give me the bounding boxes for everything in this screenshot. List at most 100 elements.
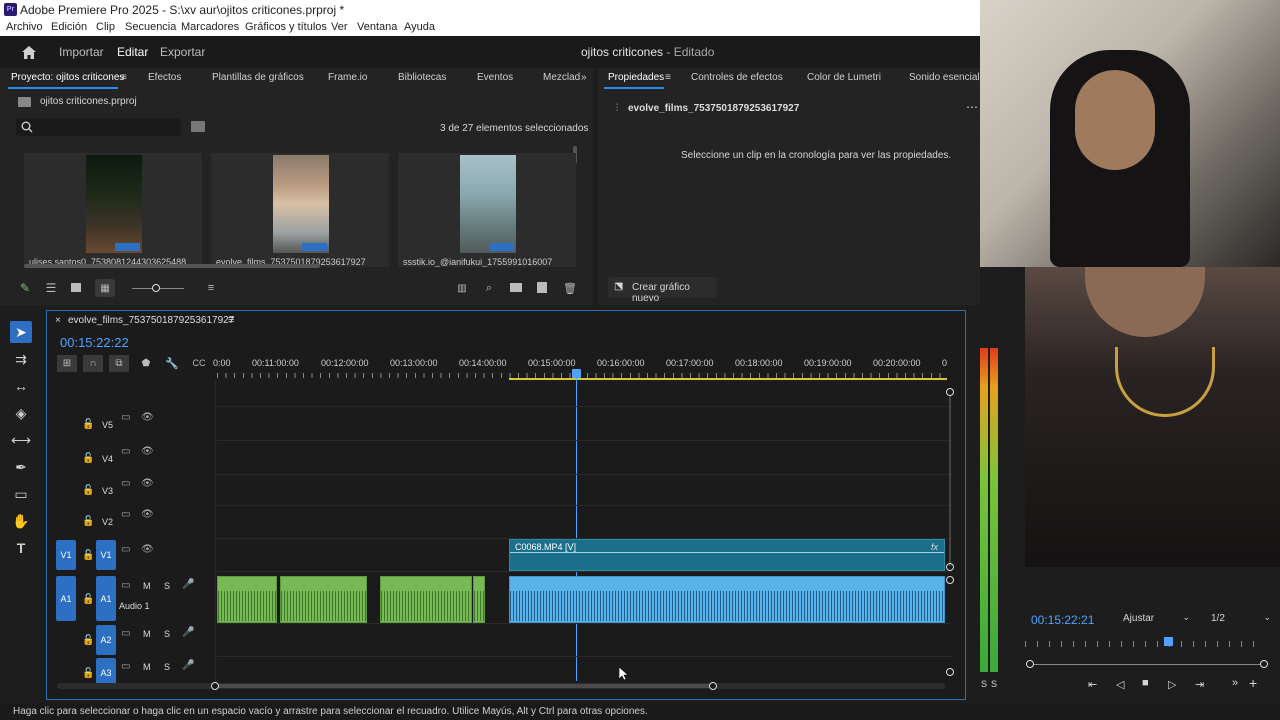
lock-icon[interactable]: 🔓 bbox=[82, 419, 94, 430]
zoom-handle-icon[interactable] bbox=[1026, 660, 1034, 668]
lock-icon[interactable]: 🔓 bbox=[82, 516, 94, 527]
source-patch-a1[interactable]: A1 bbox=[56, 576, 76, 621]
tab-sonido-esencial[interactable]: Sonido esencial bbox=[909, 72, 980, 83]
scrollbar-vertical[interactable] bbox=[949, 396, 951, 566]
zoom-slider-handle[interactable] bbox=[152, 284, 160, 292]
mute-button[interactable]: M bbox=[143, 629, 151, 639]
menu-ver[interactable]: Ver bbox=[331, 21, 348, 33]
work-area-bar[interactable] bbox=[509, 378, 947, 380]
menu-clip[interactable]: Clip bbox=[96, 21, 115, 33]
tab-importar[interactable]: Importar bbox=[59, 45, 104, 59]
menu-graficos[interactable]: Gráficos y títulos bbox=[245, 21, 327, 33]
lock-icon[interactable]: 🔓 bbox=[82, 485, 94, 496]
menu-secuencia[interactable]: Secuencia bbox=[125, 21, 176, 33]
mic-icon[interactable]: 🎤 bbox=[182, 660, 194, 671]
more-options-icon[interactable]: ⋯ bbox=[966, 100, 978, 114]
captions-icon[interactable]: CC bbox=[192, 357, 206, 369]
zoom-handle-icon[interactable] bbox=[946, 576, 954, 584]
mute-button[interactable]: M bbox=[143, 662, 151, 672]
tab-plantillas[interactable]: Plantillas de gráficos bbox=[212, 72, 304, 83]
sort-icon[interactable]: ≡ bbox=[204, 281, 218, 295]
mute-button[interactable]: M bbox=[143, 581, 151, 591]
go-to-out-icon[interactable]: ⇥ bbox=[1195, 678, 1204, 691]
menu-ventana[interactable]: Ventana bbox=[357, 21, 397, 33]
sync-lock-icon[interactable]: ▭ bbox=[121, 412, 130, 423]
step-back-icon[interactable]: ◁ bbox=[1116, 678, 1124, 691]
zoom-handle-icon[interactable] bbox=[1260, 660, 1268, 668]
stop-icon[interactable]: ■ bbox=[1142, 677, 1149, 689]
tab-frameio[interactable]: Frame.io bbox=[328, 72, 367, 83]
menu-ayuda[interactable]: Ayuda bbox=[404, 21, 435, 33]
time-ruler[interactable]: 0:00 00:11:00:00 00:12:00:00 00:13:00:00… bbox=[213, 351, 947, 381]
sync-lock-icon[interactable]: ▭ bbox=[121, 661, 130, 672]
razor-tool-icon[interactable]: ◈ bbox=[10, 402, 32, 424]
mic-icon[interactable]: 🎤 bbox=[182, 627, 194, 638]
go-to-in-icon[interactable]: ⇤ bbox=[1088, 678, 1097, 691]
sequence-tab[interactable]: evolve_films_7537501879253617927 bbox=[68, 315, 234, 326]
zoom-handle-icon[interactable] bbox=[946, 668, 954, 676]
zoom-handle-icon[interactable] bbox=[946, 563, 954, 571]
tab-proyecto[interactable]: Proyecto: ojitos criticones bbox=[11, 72, 124, 83]
trash-icon[interactable]: 🗑 bbox=[563, 281, 577, 295]
tab-color-lumetri[interactable]: Color de Lumetri bbox=[807, 72, 881, 83]
scroll-handle-left[interactable] bbox=[211, 682, 219, 690]
audio-clip[interactable] bbox=[380, 576, 472, 623]
monitor-timecode[interactable]: 00:15:22:21 bbox=[1031, 613, 1094, 627]
sync-lock-icon[interactable]: ▭ bbox=[121, 628, 130, 639]
resolution-select[interactable]: 1/2 ⌄ bbox=[1205, 612, 1273, 628]
tab-exportar[interactable]: Exportar bbox=[160, 45, 205, 59]
more-controls-icon[interactable]: » bbox=[1232, 677, 1238, 689]
close-icon[interactable]: × bbox=[55, 315, 61, 326]
step-forward-icon[interactable]: ▷ bbox=[1168, 678, 1176, 691]
monitor-playhead[interactable] bbox=[1164, 637, 1173, 646]
tab-mezclad[interactable]: Mezclad bbox=[543, 72, 580, 83]
tab-efectos[interactable]: Efectos bbox=[148, 72, 181, 83]
lock-icon[interactable]: 🔓 bbox=[82, 550, 94, 561]
audio-clip-selected[interactable] bbox=[509, 576, 945, 623]
monitor-ruler[interactable] bbox=[1025, 641, 1265, 647]
wrench-icon[interactable]: 🔧 bbox=[165, 357, 179, 370]
lock-icon[interactable]: 🔓 bbox=[82, 635, 94, 646]
tab-editar[interactable]: Editar bbox=[117, 45, 148, 59]
lock-icon[interactable]: 🔓 bbox=[82, 453, 94, 464]
track-target-v1[interactable]: V1 bbox=[96, 540, 116, 570]
more-tabs-icon[interactable]: » bbox=[581, 72, 587, 83]
sync-lock-icon[interactable]: ▭ bbox=[121, 478, 130, 489]
fit-select[interactable]: Ajustar ⌄ bbox=[1118, 612, 1192, 628]
project-item-1[interactable]: ulises santos0_7538081244303625488 bbox=[24, 153, 202, 267]
new-item-icon[interactable] bbox=[537, 282, 547, 293]
mic-icon[interactable]: 🎤 bbox=[182, 579, 194, 590]
audio-clip[interactable] bbox=[473, 576, 485, 623]
track-target-a2[interactable]: A2 bbox=[96, 625, 116, 655]
meter-solo-right[interactable]: S bbox=[991, 679, 997, 689]
project-item-2[interactable]: evolve_films_7537501879253617927 bbox=[211, 153, 389, 267]
list-view-icon[interactable]: ☰ bbox=[44, 281, 58, 295]
track-target-a1[interactable]: A1 bbox=[96, 576, 116, 621]
icon-view-icon[interactable] bbox=[71, 283, 81, 292]
solo-button[interactable]: S bbox=[164, 581, 170, 591]
snap-icon[interactable]: ∩ bbox=[83, 355, 103, 372]
thumb-scrollbar[interactable] bbox=[24, 264, 320, 268]
slip-tool-icon[interactable]: ⟷ bbox=[10, 429, 32, 451]
sync-lock-icon[interactable]: ▭ bbox=[121, 509, 130, 520]
panel-menu-icon[interactable]: ≡ bbox=[121, 72, 127, 83]
selection-tool-icon[interactable]: ➤ bbox=[10, 321, 32, 343]
search-input[interactable] bbox=[16, 118, 181, 136]
playhead-timecode[interactable]: 00:15:22:22 bbox=[60, 335, 129, 350]
panel-menu-icon[interactable]: ≡ bbox=[665, 72, 671, 83]
find-icon[interactable]: ⌕ bbox=[482, 281, 496, 295]
audio-clip[interactable] bbox=[280, 576, 367, 623]
bin-search-icon[interactable] bbox=[191, 121, 205, 132]
sync-lock-icon[interactable]: ▭ bbox=[121, 580, 130, 591]
menu-edicion[interactable]: Edición bbox=[51, 21, 87, 33]
menu-marcadores[interactable]: Marcadores bbox=[181, 21, 239, 33]
sync-lock-icon[interactable]: ▭ bbox=[121, 544, 130, 555]
lock-icon[interactable]: 🔓 bbox=[82, 594, 94, 605]
tab-eventos[interactable]: Eventos bbox=[477, 72, 513, 83]
eye-icon[interactable]: 👁 bbox=[141, 412, 154, 423]
tab-propiedades[interactable]: Propiedades bbox=[608, 72, 664, 83]
source-patch-v1[interactable]: V1 bbox=[56, 540, 76, 570]
new-bin-icon[interactable] bbox=[510, 283, 522, 292]
pen-tool-icon[interactable]: ✒ bbox=[10, 456, 32, 478]
panel-menu-icon[interactable]: ≡ bbox=[228, 314, 234, 326]
